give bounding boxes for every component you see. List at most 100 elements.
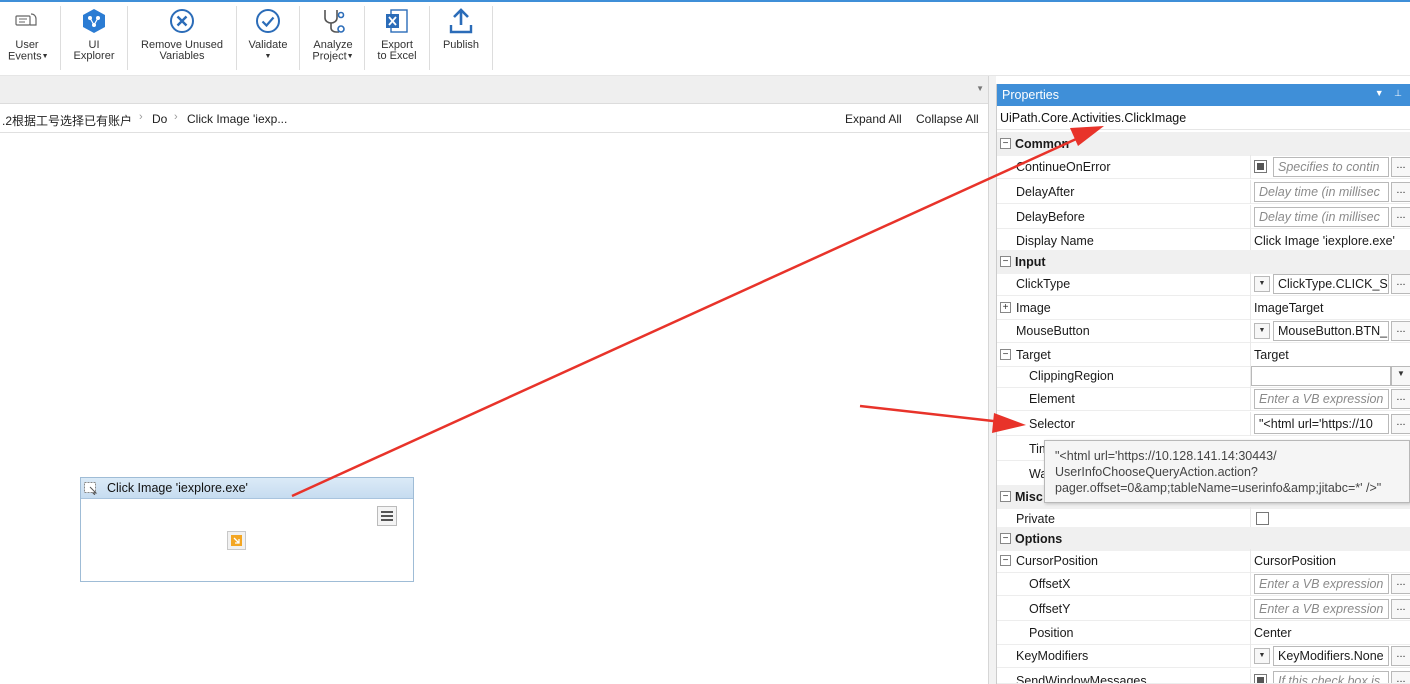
prop-name: SendWindowMessages	[1016, 674, 1147, 684]
click-image-activity[interactable]: Click Image 'iexplore.exe'	[80, 477, 414, 582]
ellipsis-button[interactable]: ...	[1391, 671, 1410, 683]
dropdown-icon[interactable]: ▼	[1254, 276, 1270, 292]
collapse-icon[interactable]: −	[1000, 349, 1011, 360]
expand-all-link[interactable]: Expand All	[845, 112, 902, 126]
image-target-icon[interactable]	[227, 531, 246, 550]
ribbon-separator	[60, 6, 61, 70]
prop-element: Element Enter a VB expression ...	[997, 387, 1410, 411]
ellipsis-button[interactable]: ...	[1391, 414, 1410, 434]
ellipsis-button[interactable]: ...	[1391, 182, 1410, 202]
dropdown-icon[interactable]: ▼	[1254, 323, 1270, 339]
user-events-button[interactable]: User Events▼	[8, 6, 49, 70]
category-label: Common	[1015, 137, 1070, 151]
panel-splitter[interactable]	[988, 76, 996, 684]
ellipsis-button[interactable]: ...	[1391, 207, 1410, 227]
prop-name: Private	[1016, 512, 1055, 526]
ribbon-separator	[236, 6, 237, 70]
ellipsis-button[interactable]: ...	[1391, 574, 1410, 594]
ui-explorer-button[interactable]: UI Explorer	[70, 6, 118, 70]
collapse-icon[interactable]: −	[1000, 533, 1011, 544]
breadcrumb-item[interactable]: Click Image 'iexp...	[187, 112, 287, 126]
validate-button[interactable]: Validate ▼	[244, 6, 292, 70]
prop-delay-before: DelayBefore Delay time (in millisec ...	[997, 205, 1410, 229]
collapse-icon[interactable]: −	[1000, 555, 1011, 566]
mouse-button-input[interactable]: MouseButton.BTN_	[1273, 321, 1389, 341]
ui-explorer-icon	[70, 6, 118, 36]
prop-name: DelayBefore	[1016, 210, 1085, 224]
prop-position: Position Center	[997, 621, 1410, 645]
prop-name: Selector	[1029, 417, 1075, 431]
dropdown-icon[interactable]: ▼	[1391, 366, 1410, 386]
prop-name: OffsetY	[1029, 602, 1071, 616]
prop-offset-x: OffsetX Enter a VB expression ...	[997, 572, 1410, 596]
category-label: Options	[1015, 532, 1063, 546]
image-value: ImageTarget	[1254, 301, 1324, 315]
private-checkbox[interactable]	[1256, 512, 1269, 525]
tab-dropdown-icon[interactable]: ▼	[976, 84, 984, 93]
category-label: Input	[1015, 255, 1046, 269]
continue-on-error-input[interactable]: Specifies to contin	[1273, 157, 1389, 177]
ribbon-toolbar: User Events▼ UI Explorer Remove Unused V…	[0, 2, 1410, 76]
breadcrumb-item[interactable]: Do	[152, 112, 167, 126]
ellipsis-button[interactable]: ...	[1391, 389, 1410, 409]
collapse-all-link[interactable]: Collapse All	[916, 112, 979, 126]
properties-panel: Properties ▼ ⊥ UiPath.Core.Activities.Cl…	[996, 84, 1410, 684]
category-options[interactable]: − Options	[997, 527, 1410, 551]
offset-y-input[interactable]: Enter a VB expression	[1254, 599, 1389, 619]
publish-button[interactable]: Publish	[438, 6, 484, 70]
ellipsis-button[interactable]: ...	[1391, 321, 1410, 341]
ellipsis-button[interactable]: ...	[1391, 646, 1410, 666]
analyze-label-2: Project	[312, 50, 347, 63]
position-value[interactable]: Center	[1254, 626, 1292, 640]
activity-header: Click Image 'iexplore.exe'	[81, 478, 413, 499]
prop-name: OffsetX	[1029, 577, 1071, 591]
user-events-label-2: Events	[8, 50, 42, 63]
activity-title: Click Image 'iexplore.exe'	[107, 481, 248, 495]
activity-menu-icon[interactable]	[377, 506, 397, 526]
remove-unused-variables-button[interactable]: Remove Unused Variables	[136, 6, 228, 70]
send-window-messages-checkbox[interactable]	[1254, 674, 1267, 683]
delay-before-input[interactable]: Delay time (in millisec	[1254, 207, 1389, 227]
ribbon-separator	[364, 6, 365, 70]
element-input[interactable]: Enter a VB expression	[1254, 389, 1389, 409]
ellipsis-button[interactable]: ...	[1391, 599, 1410, 619]
delay-after-input[interactable]: Delay time (in millisec	[1254, 182, 1389, 202]
validate-label: Validate	[248, 39, 288, 51]
user-events-label: User	[15, 39, 39, 51]
export-to-excel-button[interactable]: Export to Excel	[372, 6, 422, 70]
expand-icon[interactable]: +	[1000, 302, 1011, 313]
prop-offset-y: OffsetY Enter a VB expression ...	[997, 597, 1410, 621]
publish-upload-icon	[438, 6, 484, 36]
prop-name: ContinueOnError	[1016, 160, 1111, 174]
prop-clipping-region: ClippingRegion ▼	[997, 364, 1410, 388]
prop-name: MouseButton	[1016, 324, 1090, 338]
display-name-value[interactable]: Click Image 'iexplore.exe'	[1254, 234, 1395, 248]
tooltip-line: UserInfoChooseQueryAction.action?	[1055, 465, 1258, 479]
click-type-input[interactable]: ClickType.CLICK_SI	[1273, 274, 1389, 294]
activity-type-name: UiPath.Core.Activities.ClickImage	[997, 106, 1410, 130]
prop-image: + Image ImageTarget	[997, 296, 1410, 320]
prop-name: ClickType	[1016, 277, 1071, 291]
clipping-region-input[interactable]	[1251, 366, 1391, 386]
selector-input[interactable]: "<html url='https://10	[1254, 414, 1389, 434]
ellipsis-button[interactable]: ...	[1391, 274, 1410, 294]
category-common[interactable]: − Common	[997, 132, 1410, 156]
prop-delay-after: DelayAfter Delay time (in millisec ...	[997, 180, 1410, 204]
ribbon-separator	[429, 6, 430, 70]
export-label-2: to Excel	[377, 50, 417, 62]
collapse-icon[interactable]: −	[1000, 491, 1011, 502]
collapse-icon[interactable]: −	[1000, 138, 1011, 149]
send-window-messages-input[interactable]: If this check box is	[1273, 671, 1389, 683]
analyze-project-button[interactable]: Analyze Project▼	[306, 6, 360, 70]
breadcrumb-item[interactable]: .2根据工号选择已有账户	[2, 112, 132, 129]
pin-icon[interactable]: ▼ ⊥	[1375, 88, 1406, 99]
key-modifiers-input[interactable]: KeyModifiers.None	[1273, 646, 1389, 666]
ellipsis-button[interactable]: ...	[1391, 157, 1410, 177]
click-image-icon	[84, 482, 98, 495]
category-input[interactable]: − Input	[997, 250, 1410, 274]
dropdown-icon[interactable]: ▼	[1254, 648, 1270, 664]
offset-x-input[interactable]: Enter a VB expression	[1254, 574, 1389, 594]
collapse-icon[interactable]: −	[1000, 256, 1011, 267]
continue-on-error-checkbox[interactable]	[1254, 160, 1267, 173]
tooltip-line: pager.offset=0&amp;tableName=userinfo&am…	[1055, 481, 1382, 495]
